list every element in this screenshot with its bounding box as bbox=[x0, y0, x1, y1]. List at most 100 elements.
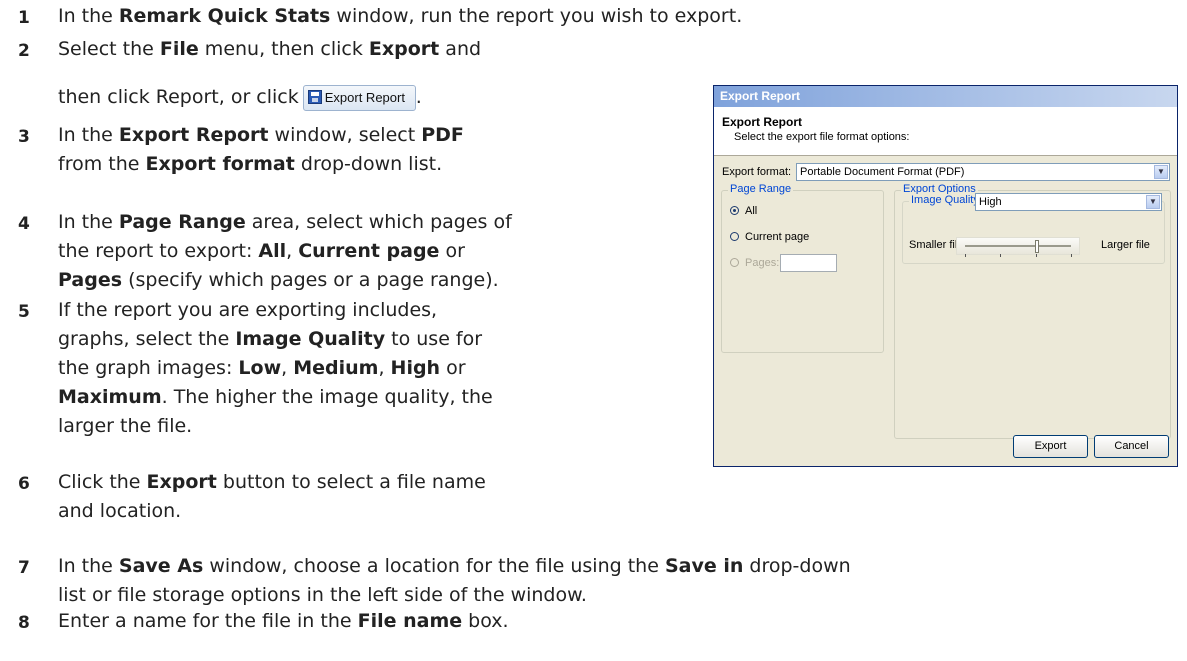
step-text: or bbox=[440, 357, 466, 379]
step-text: window, choose a location for the file u… bbox=[203, 555, 665, 577]
export-format-select[interactable]: Portable Document Format (PDF) ▼ bbox=[796, 163, 1170, 181]
step-line: Maximum. The higher the image quality, t… bbox=[58, 381, 493, 413]
step-text: drop-down bbox=[743, 555, 851, 577]
slider-tick bbox=[1036, 254, 1037, 257]
bold-term: PDF bbox=[421, 124, 464, 146]
dialog-title-bar[interactable]: Export Report bbox=[714, 86, 1177, 107]
step-number: 6 bbox=[18, 474, 30, 494]
radio-pages[interactable]: Pages: bbox=[730, 254, 837, 272]
step-number: 5 bbox=[18, 302, 30, 322]
export-button[interactable]: Export bbox=[1013, 435, 1088, 458]
step-text: In the bbox=[58, 124, 119, 146]
step-text: (specify which pages or a page range). bbox=[122, 269, 499, 291]
step-line: and location. bbox=[58, 495, 181, 527]
radio-all[interactable]: All bbox=[730, 205, 757, 217]
step-text: Enter a name for the file in the bbox=[58, 610, 358, 632]
export-format-label: Export format: bbox=[722, 166, 792, 178]
radio-current-page[interactable]: Current page bbox=[730, 231, 809, 243]
bold-term: Maximum bbox=[58, 386, 162, 408]
dialog-header-title: Export Report bbox=[722, 115, 803, 129]
step-text: , bbox=[281, 357, 294, 379]
step-text: window, run the report you wish to expor… bbox=[330, 5, 743, 27]
image-quality-label: Image Quality: bbox=[909, 194, 984, 206]
bold-term: Export bbox=[146, 471, 217, 493]
step-text: In the bbox=[58, 211, 119, 233]
chevron-down-icon[interactable]: ▼ bbox=[1154, 165, 1168, 179]
step-line: Pages (specify which pages or a page ran… bbox=[58, 264, 499, 296]
bold-term: Save As bbox=[118, 555, 204, 577]
radio-current-page-label: Current page bbox=[745, 231, 810, 243]
slider-tick bbox=[965, 254, 966, 257]
slider-thumb[interactable] bbox=[1035, 240, 1039, 253]
step-line: In the Export Report window, select PDF bbox=[58, 119, 464, 151]
step-line: larger the file. bbox=[58, 410, 192, 442]
bold-term: High bbox=[390, 357, 441, 379]
step-line: graphs, select the Image Quality to use … bbox=[58, 323, 482, 355]
larger-file-label: Larger file bbox=[1101, 239, 1150, 251]
slider-tick bbox=[1071, 254, 1072, 257]
export-format-value: Portable Document Format (PDF) bbox=[800, 166, 965, 178]
step-number: 8 bbox=[18, 613, 30, 633]
step-text: window, select bbox=[268, 124, 422, 146]
quality-slider-row: Smaller file Larger file bbox=[909, 229, 1159, 257]
step-text: larger the file. bbox=[58, 415, 193, 437]
bold-term: File bbox=[159, 38, 199, 60]
step-text: graphs, select the bbox=[58, 328, 236, 350]
step-text: from the bbox=[58, 153, 146, 175]
export-button-label: Export bbox=[1034, 440, 1067, 452]
slider-tick bbox=[1000, 254, 1001, 257]
step-text: and bbox=[439, 38, 482, 60]
slider-line bbox=[965, 245, 1071, 247]
step-text: then click Report, or click bbox=[58, 86, 299, 108]
page-range-group: Page Range All Current page Pages: bbox=[721, 183, 884, 353]
step-text: If the report you are exporting includes… bbox=[58, 299, 438, 321]
cancel-button[interactable]: Cancel bbox=[1094, 435, 1169, 458]
step-text: box. bbox=[462, 610, 509, 632]
step-number: 4 bbox=[18, 214, 30, 234]
step-text: . The higher the image quality, the bbox=[161, 386, 493, 408]
export-report-toolbar-button[interactable]: Export Report bbox=[302, 84, 416, 111]
save-disk-icon bbox=[307, 89, 322, 104]
step-text: drop-down list. bbox=[294, 153, 443, 175]
export-format-row: Export format: bbox=[722, 166, 791, 178]
step-number: 2 bbox=[18, 41, 30, 61]
bold-term: Pages bbox=[58, 269, 123, 291]
dialog-header-subtitle: Select the export file format options: bbox=[734, 131, 910, 143]
step-number: 1 bbox=[18, 8, 30, 28]
dialog-header: Export Report Select the export file for… bbox=[714, 107, 1177, 156]
bold-term: All bbox=[258, 240, 287, 262]
radio-selected-icon[interactable] bbox=[730, 206, 739, 215]
step-text: In the bbox=[58, 555, 119, 577]
step-text: menu, then click bbox=[198, 38, 369, 60]
step-line: Click the Export button to select a file… bbox=[58, 466, 486, 498]
step-text: to use for bbox=[385, 328, 483, 350]
step-number: 7 bbox=[18, 558, 30, 578]
step-line: If the report you are exporting includes… bbox=[58, 294, 437, 326]
page-range-label: Page Range bbox=[728, 183, 794, 195]
bold-term: Low bbox=[238, 357, 282, 379]
quality-slider[interactable] bbox=[956, 237, 1080, 257]
radio-icon[interactable] bbox=[730, 232, 739, 241]
bold-term: Medium bbox=[293, 357, 379, 379]
step-line: then click Report, or click Export Report… bbox=[58, 81, 422, 113]
bold-term: Save in bbox=[664, 555, 744, 577]
radio-pages-label: Pages: bbox=[745, 257, 780, 269]
step-line: the report to export: All, Current page … bbox=[58, 235, 465, 267]
step-line: Enter a name for the file in the File na… bbox=[58, 605, 509, 637]
pages-input[interactable] bbox=[780, 254, 837, 272]
export-report-dialog: Export Report Export Report Select the e… bbox=[713, 85, 1178, 467]
bold-term: Image Quality bbox=[235, 328, 386, 350]
image-quality-select[interactable]: High ▼ bbox=[975, 193, 1162, 211]
step-line: from the Export format drop-down list. bbox=[58, 148, 442, 180]
step-line: the graph images: Low, Medium, High or bbox=[58, 352, 466, 384]
step-text: button to select a file name bbox=[216, 471, 486, 493]
radio-all-label: All bbox=[745, 205, 758, 217]
step-text: In the bbox=[58, 5, 119, 27]
export-report-button-label: Export Report bbox=[324, 89, 405, 105]
chevron-down-icon[interactable]: ▼ bbox=[1146, 195, 1160, 209]
step-text: , bbox=[286, 240, 299, 262]
bold-term: Remark Quick Stats bbox=[118, 5, 331, 27]
radio-icon[interactable] bbox=[730, 258, 739, 267]
cancel-button-label: Cancel bbox=[1114, 440, 1149, 452]
step-text: the graph images: bbox=[58, 357, 239, 379]
